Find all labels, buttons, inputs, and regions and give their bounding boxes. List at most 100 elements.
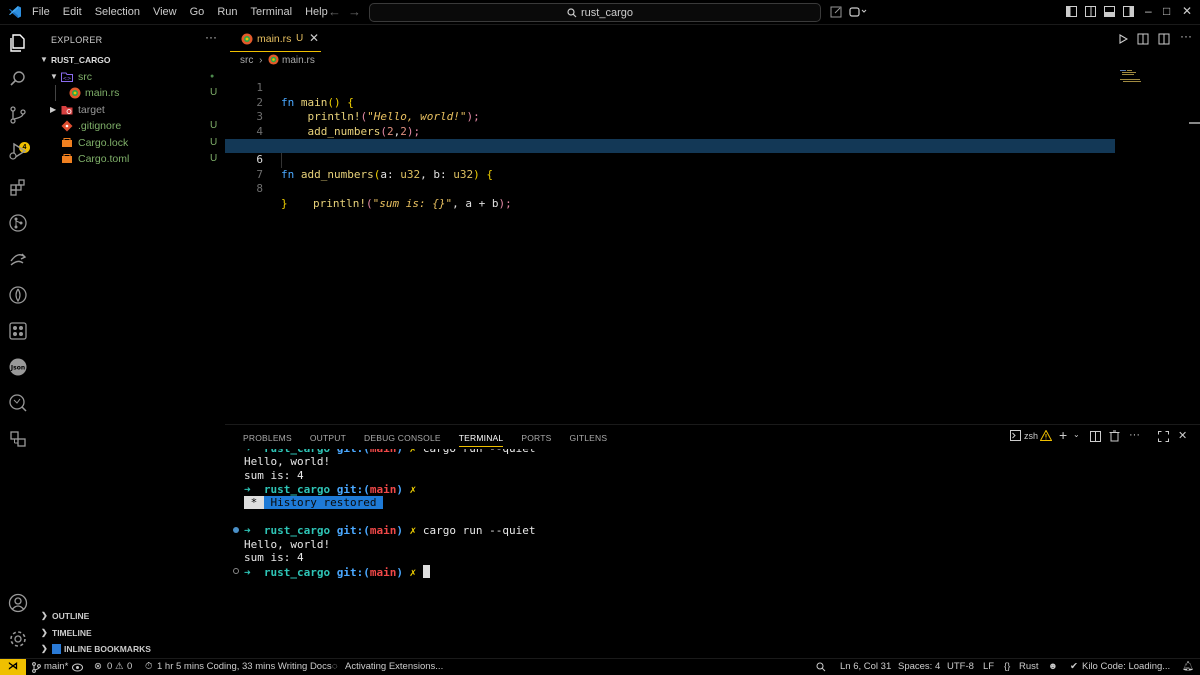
scrollbar-marker[interactable] (1189, 122, 1200, 124)
manage-gear-icon[interactable] (8, 629, 28, 649)
tree-item-cargo-toml[interactable]: Cargo.toml U (36, 151, 225, 167)
remote-explorer-icon[interactable] (8, 249, 28, 269)
kilo-code-status[interactable]: Kilo Code: Loading... (1082, 661, 1170, 672)
branch-name[interactable]: main* (44, 661, 68, 672)
activating-extensions-text[interactable]: Activating Extensions... (345, 661, 443, 672)
toggle-panel-icon[interactable] (1104, 6, 1115, 17)
menu-terminal[interactable]: Terminal (251, 0, 293, 25)
warning-icon[interactable] (1040, 430, 1052, 441)
breadcrumb-folder[interactable]: src (240, 55, 253, 66)
code-line: 2 println!("Hello, world!"); (225, 81, 1115, 123)
git-status-untracked: U (210, 87, 218, 98)
menu-help[interactable]: Help (305, 0, 328, 25)
warnings-count[interactable]: 0 (127, 661, 132, 672)
new-terminal-icon[interactable]: + (1059, 427, 1067, 443)
zoom-icon[interactable] (816, 662, 826, 672)
toggle-sidebar-icon[interactable] (1066, 6, 1077, 17)
remote-indicator-icon[interactable]: ⋊ (0, 659, 26, 675)
tree-item-cargo-lock[interactable]: Cargo.lock U (36, 135, 225, 151)
menu-run[interactable]: Run (217, 0, 237, 25)
run-debug-icon[interactable] (8, 141, 28, 161)
chevron-down-icon[interactable]: ⌄ (1073, 430, 1080, 439)
end-of-line[interactable]: LF (983, 661, 994, 672)
more-actions-icon[interactable]: ··· (1180, 29, 1192, 43)
source-control-icon[interactable] (8, 105, 28, 125)
git-status-untracked: U (210, 137, 218, 148)
close-window-icon[interactable]: ✕ (1182, 4, 1192, 18)
more-actions-icon[interactable]: ··· (1129, 429, 1140, 441)
sync-eye-icon[interactable] (72, 663, 83, 672)
tab-ports[interactable]: PORTS (521, 429, 551, 447)
open-editor-icon[interactable] (830, 6, 842, 18)
tab-debug-console[interactable]: DEBUG CONSOLE (364, 429, 441, 447)
tree-item-src[interactable]: ▼ <> src ● (36, 69, 225, 85)
tree-item-target[interactable]: ▶ target (36, 102, 225, 118)
wakatime-text[interactable]: 1 hr 5 mins Coding, 33 mins Writing Docs (157, 661, 332, 672)
gitlens-icon[interactable] (8, 213, 28, 233)
breadcrumb-file[interactable]: main.rs (282, 55, 315, 66)
command-success-decoration[interactable] (233, 527, 239, 533)
back-arrow-icon[interactable]: ← (328, 4, 341, 19)
copilot-icon[interactable] (849, 6, 867, 18)
notifications-bell-icon[interactable]: 🔔︎ (1182, 661, 1194, 672)
wakatime-icon: ⏱ (145, 661, 153, 672)
kilo-code-icon[interactable] (8, 285, 28, 305)
outline-section[interactable]: ❯ OUTLINE (36, 608, 225, 624)
maximize-icon[interactable]: □ (1163, 4, 1170, 18)
open-changes-icon[interactable] (1137, 33, 1149, 45)
language-mode[interactable]: Rust (1019, 661, 1039, 672)
toggle-secondary-sidebar-icon[interactable] (1085, 6, 1096, 17)
copilot-status-icon[interactable]: ☻ (1048, 661, 1058, 672)
tab-gitlens[interactable]: GITLENS (569, 429, 607, 447)
line-number: 8 (256, 182, 263, 196)
database-search-icon[interactable] (8, 393, 28, 413)
tab-main-rs[interactable]: main.rs U ✕ (230, 25, 321, 52)
containers-icon[interactable] (8, 429, 28, 449)
json-icon[interactable]: Json (8, 357, 28, 377)
menu-go[interactable]: Go (190, 0, 205, 25)
tab-output[interactable]: OUTPUT (310, 429, 346, 447)
maximize-panel-icon[interactable] (1158, 431, 1169, 442)
command-pending-decoration[interactable] (233, 568, 239, 574)
inline-bookmarks-section[interactable]: ❯ INLINE BOOKMARKS (36, 641, 225, 657)
minimap[interactable] (1120, 69, 1144, 83)
warnings-icon[interactable]: ⚠ (115, 661, 124, 672)
tree-item-gitignore[interactable]: .gitignore U (36, 118, 225, 134)
tab-problems[interactable]: PROBLEMS (243, 429, 292, 447)
terminal-history-notice: * History restored (244, 496, 384, 509)
account-icon[interactable] (8, 593, 28, 613)
code-editor[interactable]: 1 fn main() { 2 println!("Hello, world!"… (225, 67, 1200, 422)
tree-item-main-rs[interactable]: main.rs U (36, 85, 225, 101)
forward-arrow-icon[interactable]: → (348, 4, 361, 19)
extensions-icon[interactable] (8, 177, 28, 197)
indentation[interactable]: Spaces: 4 (898, 661, 940, 672)
menu-file[interactable]: File (32, 0, 50, 25)
errors-count[interactable]: 0 (107, 661, 112, 672)
minimize-icon[interactable]: – (1145, 4, 1152, 18)
errors-icon[interactable]: ⊗ (94, 661, 102, 672)
workspace-root[interactable]: ▼ RUST_CARGO (36, 52, 225, 68)
close-panel-icon[interactable]: ✕ (1178, 429, 1187, 442)
toggle-auxiliary-bar-icon[interactable] (1123, 6, 1134, 17)
cursor-position[interactable]: Ln 6, Col 31 (840, 661, 891, 672)
code-token: , (452, 196, 466, 210)
trash-icon[interactable] (1109, 430, 1120, 442)
bookmarks-icon[interactable] (8, 321, 28, 341)
menu-selection[interactable]: Selection (95, 0, 140, 25)
terminal-output[interactable]: ➜ rust_cargo git:(main) ✗ cargo run --qu… (225, 449, 1200, 659)
search-icon[interactable] (8, 69, 28, 89)
close-tab-icon[interactable]: ✕ (309, 31, 319, 45)
more-actions-icon[interactable]: ··· (205, 30, 217, 44)
menu-edit[interactable]: Edit (63, 0, 82, 25)
encoding[interactable]: UTF-8 (947, 661, 974, 672)
terminal-shell-name[interactable]: zsh (1024, 431, 1038, 441)
tab-terminal[interactable]: TERMINAL (458, 429, 504, 447)
split-editor-icon[interactable] (1158, 33, 1170, 45)
split-terminal-icon[interactable] (1090, 431, 1101, 442)
tree-item-label: target (78, 104, 105, 116)
run-icon[interactable] (1118, 34, 1128, 44)
timeline-section[interactable]: ❯ TIMELINE (36, 625, 225, 641)
explorer-icon[interactable] (8, 33, 28, 53)
menu-view[interactable]: View (153, 0, 177, 25)
command-center-search[interactable]: rust_cargo (369, 3, 821, 22)
